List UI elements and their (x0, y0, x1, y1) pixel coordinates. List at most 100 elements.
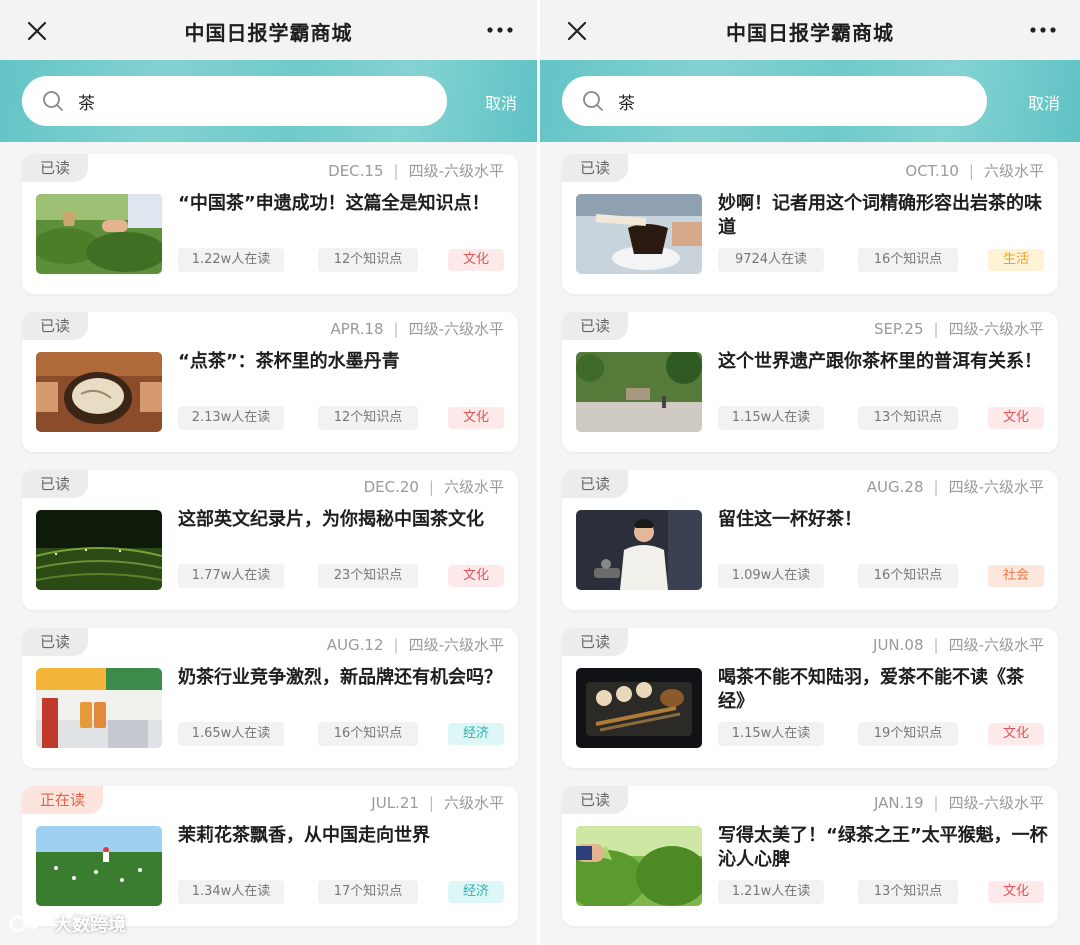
article-title: “中国茶”申遗成功！这篇全是知识点！ (178, 193, 490, 214)
article-date: JAN.19 (874, 794, 924, 812)
meta-separator: | (393, 636, 399, 654)
article-date: DEC.15 (328, 162, 384, 180)
article-card[interactable]: 已读 DEC.20 | 六级水平 这部英文纪录片，为你揭秘中国茶文化 1.77w人在读 23… (22, 470, 518, 610)
search-input[interactable] (78, 88, 418, 114)
reader-count: 2.13w人在读 (178, 406, 284, 430)
article-title: 妙啊！记者用这个词精确形容出岩茶的味道 (718, 193, 1042, 238)
article-level: 六级水平 (443, 794, 504, 812)
category-badge: 经济 (448, 881, 504, 903)
article-card[interactable]: 已读 OCT.10 | 六级水平 妙啊！记者用这个词精确形容出岩茶的味道 9724人在读 1… (562, 154, 1058, 294)
article-date: AUG.28 (866, 478, 924, 496)
meta-separator: | (393, 162, 399, 180)
article-meta: SEP.25 | 四级-六级水平 (874, 318, 1044, 339)
search-icon (582, 90, 604, 112)
reader-count: 1.21w人在读 (718, 880, 824, 904)
search-icon (42, 90, 64, 112)
read-status-tag: 已读 (562, 786, 629, 814)
reader-count: 1.15w人在读 (718, 406, 824, 430)
article-meta: JUL.21 | 六级水平 (371, 792, 504, 813)
article-date: SEP.25 (873, 320, 924, 338)
read-status-tag: 已读 (562, 154, 629, 182)
reader-count: 1.65w人在读 (178, 722, 284, 746)
knowledge-points: 12个知识点 (318, 248, 418, 272)
article-level: 四级-六级水平 (408, 636, 504, 654)
article-title: 喝茶不能不知陆羽，爱茶不能不读《茶经》 (718, 667, 1024, 712)
reader-count: 1.09w人在读 (718, 564, 824, 588)
meta-separator: | (968, 162, 974, 180)
article-thumbnail (576, 826, 702, 906)
category-badge: 文化 (988, 881, 1044, 903)
article-card[interactable]: 已读 JAN.19 | 四级-六级水平 写得太美了！“绿茶之王”太平猴魁，一杯沁人心脾 1… (562, 786, 1058, 926)
meta-separator: | (393, 320, 399, 338)
article-meta: JAN.19 | 四级-六级水平 (874, 792, 1044, 813)
article-card[interactable]: 已读 DEC.15 | 四级-六级水平 “中国茶”申遗成功！这篇全是知识点！ 1.22w人… (22, 154, 518, 294)
article-title: 奶茶行业竞争激烈，新品牌还有机会吗？ (178, 667, 502, 688)
knowledge-points: 16个知识点 (858, 564, 958, 588)
read-status-tag: 已读 (22, 154, 89, 182)
read-status-tag: 已读 (562, 312, 629, 340)
article-date: DEC.20 (363, 478, 419, 496)
read-status-tag: 正在读 (22, 786, 104, 814)
article-card[interactable]: 已读 SEP.25 | 四级-六级水平这个世界遗产跟你茶杯里的普洱有关系！ 1.15w人… (562, 312, 1058, 452)
search-input[interactable] (618, 88, 958, 114)
article-meta: APR.18 | 四级-六级水平 (330, 318, 504, 339)
right-phone-screen: 中国日报学霸商城取消已读 OCT.10 | 六级水平妙啊！记者用这个词精确形容出岩茶的… (540, 0, 1080, 945)
article-date: JUN.08 (873, 636, 924, 654)
article-card[interactable]: 已读 AUG.12 | 四级-六级水平 奶茶行业竞争激烈，新品牌还有机会吗？ 1.65w人… (22, 628, 518, 768)
read-status-tag: 已读 (562, 470, 629, 498)
watermark-logo (9, 914, 48, 933)
search-bar: 取消 (540, 60, 1080, 142)
search-box[interactable] (562, 76, 987, 126)
article-meta: DEC.15 | 四级-六级水平 (328, 160, 504, 181)
knowledge-points: 17个知识点 (318, 880, 418, 904)
meta-separator: | (933, 636, 939, 654)
category-badge: 社会 (988, 565, 1044, 587)
article-level: 四级-六级水平 (408, 320, 504, 338)
article-thumbnail (36, 510, 162, 590)
more-button[interactable] (1028, 18, 1058, 42)
more-icon (487, 27, 513, 33)
article-card[interactable]: 已读 APR.18 | 四级-六级水平 “点茶”：茶杯里的水墨丹青 2.13w人在读 12个… (22, 312, 518, 452)
reader-count: 1.77w人在读 (178, 564, 284, 588)
knowledge-points: 19个知识点 (858, 722, 958, 746)
cancel-button[interactable]: 取消 (1028, 90, 1060, 114)
watermark-text: 大数跨境 (54, 915, 126, 936)
article-title: 留住这一杯好茶！ (718, 509, 862, 530)
read-status-tag: 已读 (562, 628, 629, 656)
article-level: 四级-六级水平 (948, 478, 1044, 496)
search-bar: 取消 (0, 60, 537, 142)
article-level: 六级水平 (983, 162, 1044, 180)
watermark: 大数跨境 (8, 908, 126, 940)
cancel-button[interactable]: 取消 (485, 90, 517, 114)
left-phone-screen: 中国日报学霸商城取消已读 DEC.15 | 四级-六级水平 “中国茶”申遗成功！这篇全是… (0, 0, 537, 945)
article-thumbnail (576, 510, 702, 590)
knowledge-points: 16个知识点 (318, 722, 418, 746)
category-badge: 文化 (448, 249, 504, 271)
search-box[interactable] (22, 76, 447, 126)
reader-count: 1.22w人在读 (178, 248, 284, 272)
knowledge-points: 13个知识点 (858, 880, 958, 904)
article-card[interactable]: 已读 AUG.28 | 四级-六级水平 留住这一杯好茶！ 1.09w人在读 16个知识点 社会 (562, 470, 1058, 610)
article-thumbnail (576, 194, 702, 274)
article-thumbnail (36, 352, 162, 432)
article-thumbnail (36, 826, 162, 906)
category-badge: 文化 (988, 407, 1044, 429)
article-level: 四级-六级水平 (948, 636, 1044, 654)
meta-separator: | (933, 794, 939, 812)
article-meta: AUG.28 | 四级-六级水平 (867, 476, 1044, 497)
meta-separator: | (428, 478, 434, 496)
article-title: 这部英文纪录片，为你揭秘中国茶文化 (178, 509, 484, 530)
article-title: 这个世界遗产跟你茶杯里的普洱有关系！ (718, 351, 1042, 372)
reader-count: 1.34w人在读 (178, 880, 284, 904)
category-badge: 文化 (988, 723, 1044, 745)
article-date: AUG.12 (326, 636, 384, 654)
title-bar: 中国日报学霸商城 (0, 0, 537, 60)
page-title: 中国日报学霸商城 (184, 21, 353, 45)
article-card[interactable]: 正在读 JUL.21 | 六级水平 茉莉花茶飘香，从中国走向世界 1.34w人在读 17个知… (22, 786, 518, 926)
category-badge: 经济 (448, 723, 504, 745)
article-card[interactable]: 已读 JUN.08 | 四级-六级水平喝茶不能不知陆羽，爱茶不能不读《茶经》 1.15w… (562, 628, 1058, 768)
read-status-tag: 已读 (22, 470, 89, 498)
more-button[interactable] (485, 18, 515, 42)
article-level: 六级水平 (443, 478, 504, 496)
reader-count: 1.15w人在读 (718, 722, 824, 746)
